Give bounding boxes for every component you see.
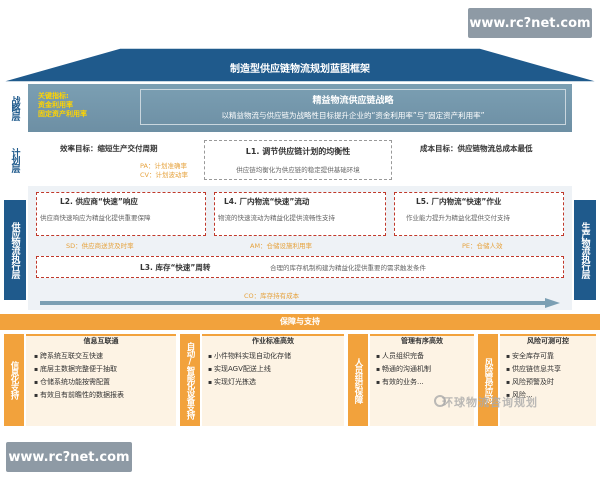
- plan-kpis: PA：计划准确率 CV：计划波动率: [140, 162, 188, 180]
- exec-l2-kpi: SD：供应商送货及时率: [66, 242, 134, 250]
- pillar-label-auto: 自动/智能化设备支持: [180, 334, 200, 426]
- support-title: 保障与支持: [280, 317, 320, 326]
- watermark-overlay-text: 环球物流咨询规划: [442, 396, 538, 409]
- exec-l4-title: L4. 厂内物流“快速”流动: [224, 197, 310, 206]
- pillar-items-info: 跨系统互联交互快速 底层主数据完整便于抽取 仓储系统功能按需配置 有效且有前瞻性…: [34, 350, 174, 402]
- list-item: 安全库存可靠: [506, 350, 594, 363]
- list-item: 实现AGV配送上线: [208, 363, 342, 376]
- list-item: 风险预警及时: [506, 376, 594, 389]
- list-item: 跨系统互联交互快速: [34, 350, 174, 363]
- list-item: 实现灯光拣选: [208, 376, 342, 389]
- pillar-items-people: 人员组织完备 畅通的沟通机制 有效的业务...: [376, 350, 472, 389]
- pillar-items-auto: 小件物料实现自动化存储 实现AGV配送上线 实现灯光拣选: [208, 350, 342, 389]
- strategy-desc: 以精益物流与供应链为战略性目标提升企业的“资金利用率”与“固定资产利用率”: [221, 111, 485, 120]
- list-item: 有效的业务...: [376, 376, 472, 389]
- plan-kpi-pa: PA：计划准确率: [140, 162, 187, 170]
- exec-l5-title: L5. 厂内物流“快速”作业: [416, 197, 502, 206]
- exec-l3-desc: 合理的库存机制构建为精益化提供重要的需求触发条件: [270, 264, 426, 272]
- list-item: 畅通的沟通机制: [376, 363, 472, 376]
- pillar-head-auto: 作业标准高效: [252, 337, 294, 345]
- list-item: 仓储系统功能按需配置: [34, 376, 174, 389]
- plan-cost-goal: 成本目标：供应链物流总成本最低: [420, 144, 533, 153]
- plan-l1-title: L1. 调节供应链计划的均衡性: [245, 147, 351, 156]
- pillar-label-risk: 风险管控应对: [478, 334, 498, 426]
- watermark-badge-bottom: www.rc?net.com: [6, 442, 132, 472]
- page-title: 制造型供应链物流规划蓝图框架: [230, 64, 370, 75]
- pillar-head-people: 管理有序高效: [401, 337, 443, 345]
- plan-efficiency-goal: 效率目标：缩短生产交付周期: [60, 144, 158, 153]
- exec-l2-title: L2. 供应商“快速”响应: [60, 197, 138, 206]
- plan-kpi-cv: CV：计划波动率: [140, 171, 188, 179]
- exec-l4-kpi: AM：仓储设施利用率: [250, 242, 313, 250]
- layer-label-exec-supply: 供应物流执行层: [9, 222, 20, 278]
- watermark-badge-top: www.rc?net.com: [468, 8, 592, 38]
- exec-l5-kpi: PE：仓储人效: [462, 242, 503, 250]
- exec-l2-desc: 供应商快速响应为精益化提供重要保障: [40, 214, 151, 222]
- pillar-label-info: 信息化支持: [4, 334, 24, 426]
- strategy-kpi-1: 资金利用率: [38, 101, 73, 109]
- list-item: 有效且有前瞻性的数据报表: [34, 389, 174, 402]
- pillar-head-info: 信息互联通: [83, 337, 119, 345]
- flow-arrow: [40, 298, 560, 308]
- list-item: 底层主数据完整便于抽取: [34, 363, 174, 376]
- strategy-kpi-2: 固定资产利用率: [38, 110, 87, 118]
- exec-l4-desc: 物流的快速流动为精益化提供流畅性支持: [218, 214, 335, 222]
- list-item: 人员组织完备: [376, 350, 472, 363]
- exec-l3-title: L3. 库存“快速”周转: [140, 263, 211, 272]
- layer-label-exec-production: 生产物流执行层: [579, 222, 590, 278]
- strategy-kpi-head: 关键指标:: [38, 92, 69, 100]
- plan-l1-desc: 供应链均衡化为供应链的稳定提供基础环境: [236, 166, 360, 174]
- list-item: 供应链信息共享: [506, 363, 594, 376]
- list-item: 小件物料实现自动化存储: [208, 350, 342, 363]
- layer-label-plan: 计划层: [9, 148, 20, 172]
- pillar-label-people: 人员组织保障: [348, 334, 368, 426]
- strategy-title: 精益物流供应链战略: [312, 96, 394, 106]
- layer-label-strategy: 战略层: [9, 96, 20, 120]
- pillar-head-risk: 风险可测可控: [527, 337, 569, 345]
- strategy-kpis: 关键指标: 资金利用率 固定资产利用率: [38, 92, 87, 119]
- exec-l5-desc: 作业能力提升为精益化提供交付支持: [406, 214, 510, 222]
